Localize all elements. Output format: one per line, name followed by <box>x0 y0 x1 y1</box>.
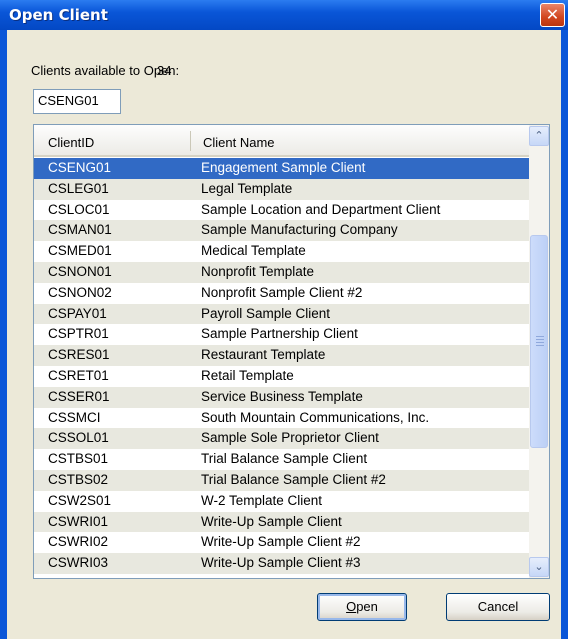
client-name-cell: Engagement Sample Client <box>201 160 366 175</box>
thumb-grip <box>536 342 544 343</box>
list-item[interactable]: CSWRI01 Write-Up Sample Client <box>34 511 529 533</box>
column-header-clientid[interactable]: ClientID <box>48 135 94 150</box>
list-item[interactable]: CSRET01 Retail Template <box>34 365 529 387</box>
client-id-cell: CSWRI03 <box>48 555 109 571</box>
client-name-cell: Sample Partnership Client <box>201 326 358 342</box>
open-label-rest: pen <box>356 599 378 614</box>
list-item[interactable]: CSTBS01 Trial Balance Sample Client <box>34 449 529 470</box>
client-name-cell: Nonprofit Template <box>201 263 315 279</box>
client-name-cell: Medical Template <box>201 243 306 259</box>
client-id-cell: CSPAY01 <box>48 305 107 321</box>
client-name-cell: Sample Manufacturing Company <box>201 222 398 238</box>
list-item[interactable]: CSWRI03 Write-Up Sample Client #3 <box>34 553 529 574</box>
list-item[interactable]: CSLEG01 Legal Template <box>34 178 529 200</box>
list-rows: CSENG01 Engagement Sample Client CSLEG01 Le… <box>34 158 529 574</box>
list-item[interactable]: CSNON01 Nonprofit Template <box>34 261 529 283</box>
client-name-cell: W-2 Template Client <box>201 492 323 508</box>
list-item[interactable]: CSSOL01 Sample Sole Proprietor Client <box>34 428 529 450</box>
list-item[interactable]: CSRES01 Restaurant Template <box>34 345 529 366</box>
client-name-cell: Sample Sole Proprietor Client <box>201 430 379 446</box>
client-id-cell: CSRET01 <box>48 367 109 383</box>
open-button[interactable]: Open <box>317 593 407 621</box>
cancel-button[interactable]: Cancel <box>446 593 550 621</box>
client-list[interactable]: ClientID Client Name CSENG01 Engagement S… <box>33 124 550 579</box>
client-name-cell: Payroll Sample Client <box>201 305 331 321</box>
client-id-cell: CSLEG01 <box>48 180 109 196</box>
scroll-down-icon[interactable]: ⌄ <box>529 557 549 577</box>
client-name-cell: Trial Balance Sample Client #2 <box>201 471 386 487</box>
client-name-cell: Service Business Template <box>201 388 363 404</box>
thumb-grip <box>536 345 544 346</box>
scroll-thumb[interactable] <box>530 235 548 448</box>
column-separator[interactable] <box>190 131 191 151</box>
list-item[interactable]: CSTBS02 Trial Balance Sample Client #2 <box>34 469 529 491</box>
clients-available-count: 34 <box>157 63 172 78</box>
list-item[interactable]: CSMED01 Medical Template <box>34 241 529 262</box>
client-name-cell: Write-Up Sample Client <box>201 513 342 529</box>
client-id-cell: CSENG01 <box>48 160 112 175</box>
client-name-cell: Nonprofit Sample Client #2 <box>201 284 363 300</box>
client-name-cell: Sample Location and Department Client <box>201 201 441 217</box>
client-id-cell: CSNON01 <box>48 263 112 279</box>
client-id-input[interactable]: CSENG01 <box>33 89 121 114</box>
list-header: ClientID Client Name <box>34 125 529 157</box>
list-item[interactable]: CSPAY01 Payroll Sample Client <box>34 303 529 325</box>
client-name-cell: Write-Up Sample Client #3 <box>201 555 361 571</box>
list-item[interactable]: CSSER01 Service Business Template <box>34 386 529 408</box>
client-name-cell: Write-Up Sample Client #2 <box>201 534 361 550</box>
client-id-cell: CSNON02 <box>48 284 112 300</box>
client-name-cell: Restaurant Template <box>201 347 326 363</box>
client-id-cell: CSMED01 <box>48 243 112 259</box>
close-icon[interactable]: ✕ <box>540 3 565 27</box>
client-id-cell: CSWRI02 <box>48 534 109 550</box>
client-id-cell: CSWRI01 <box>48 513 109 529</box>
vertical-scrollbar[interactable]: ⌃ ⌄ <box>529 125 549 578</box>
list-item[interactable]: CSNON02 Nonprofit Sample Client #2 <box>34 282 529 304</box>
client-name-cell: Retail Template <box>201 367 294 383</box>
list-item[interactable]: CSMAN01 Sample Manufacturing Company <box>34 220 529 242</box>
client-id-cell: CSRES01 <box>48 347 110 363</box>
list-item[interactable]: CSPTR01 Sample Partnership Client <box>34 324 529 346</box>
client-id-cell: CSLOC01 <box>48 201 110 217</box>
dialog-title: Open Client <box>9 6 108 24</box>
title-bar[interactable]: Open Client ✕ <box>0 0 568 30</box>
client-name-cell: Trial Balance Sample Client <box>201 451 368 467</box>
client-id-cell: CSSOL01 <box>48 430 109 446</box>
list-item[interactable]: CSWRI02 Write-Up Sample Client #2 <box>34 532 529 554</box>
client-id-cell: CSTBS02 <box>48 471 109 487</box>
open-client-dialog: Open Client ✕ Clients available to Open:… <box>0 0 568 639</box>
scroll-up-icon[interactable]: ⌃ <box>529 126 549 146</box>
client-id-cell: CSSER01 <box>48 388 110 404</box>
client-id-cell: CSSMCI <box>48 409 101 425</box>
thumb-grip <box>536 336 544 337</box>
list-item[interactable]: CSW2S01 W-2 Template Client <box>34 490 529 512</box>
client-name-cell: South Mountain Communications, Inc. <box>201 409 430 425</box>
client-id-cell: CSW2S01 <box>48 492 112 508</box>
thumb-grip <box>536 339 544 340</box>
client-id-cell: CSMAN01 <box>48 222 112 238</box>
column-header-client-name[interactable]: Client Name <box>203 135 275 150</box>
list-item[interactable]: CSSMCI South Mountain Communications, Inc… <box>34 407 529 429</box>
list-item[interactable]: CSLOC01 Sample Location and Department Cl… <box>34 199 529 221</box>
client-id-cell: CSTBS01 <box>48 451 109 467</box>
list-item[interactable]: CSENG01 Engagement Sample Client <box>34 158 529 179</box>
client-id-cell: CSPTR01 <box>48 326 109 342</box>
client-name-cell: Legal Template <box>201 180 293 196</box>
open-accel-letter: O <box>346 599 357 614</box>
